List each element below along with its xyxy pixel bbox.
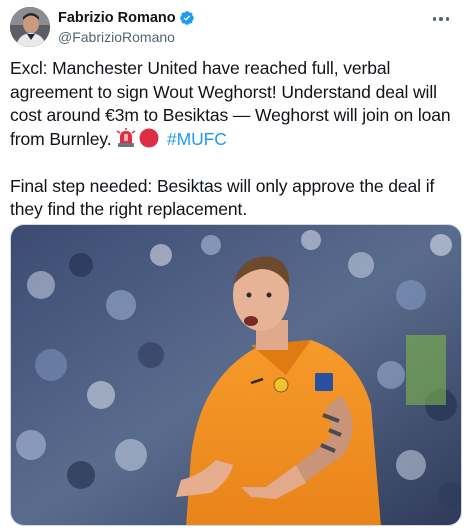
tweet-text: Excl: Manchester United have reached ful… <box>10 57 465 222</box>
tweet-paragraph-1: Excl: Manchester United have reached ful… <box>10 57 465 151</box>
author-name[interactable]: Fabrizio Romano <box>58 10 176 26</box>
author-block: Fabrizio Romano @FabrizioRomano <box>58 9 195 45</box>
author-name-row: Fabrizio Romano <box>58 9 195 27</box>
more-horizontal-icon <box>439 17 443 21</box>
verified-badge-icon <box>179 11 194 25</box>
tweet-paragraph-2: Final step needed: Besiktas will only ap… <box>10 175 435 220</box>
more-horizontal-icon <box>445 17 450 21</box>
more-options-button[interactable] <box>426 9 456 29</box>
more-horizontal-icon <box>432 17 437 21</box>
football-player-photo-icon <box>11 225 461 525</box>
avatar[interactable] <box>10 7 50 47</box>
hashtag-link[interactable]: #MUFC <box>167 129 227 149</box>
red-circle-icon <box>139 128 159 147</box>
profile-photo-avatar-icon <box>10 7 50 47</box>
tweet-header: Fabrizio Romano @FabrizioRomano <box>10 7 462 47</box>
tweet-media[interactable] <box>10 224 462 526</box>
rotating-light-icon <box>116 127 136 147</box>
author-handle[interactable]: @FabrizioRomano <box>58 29 195 45</box>
tweet-paragraph-1-text: Excl: Manchester United have reached ful… <box>10 58 451 149</box>
tweet-card: Fabrizio Romano @FabrizioRomano Excl: Ma… <box>0 0 472 532</box>
